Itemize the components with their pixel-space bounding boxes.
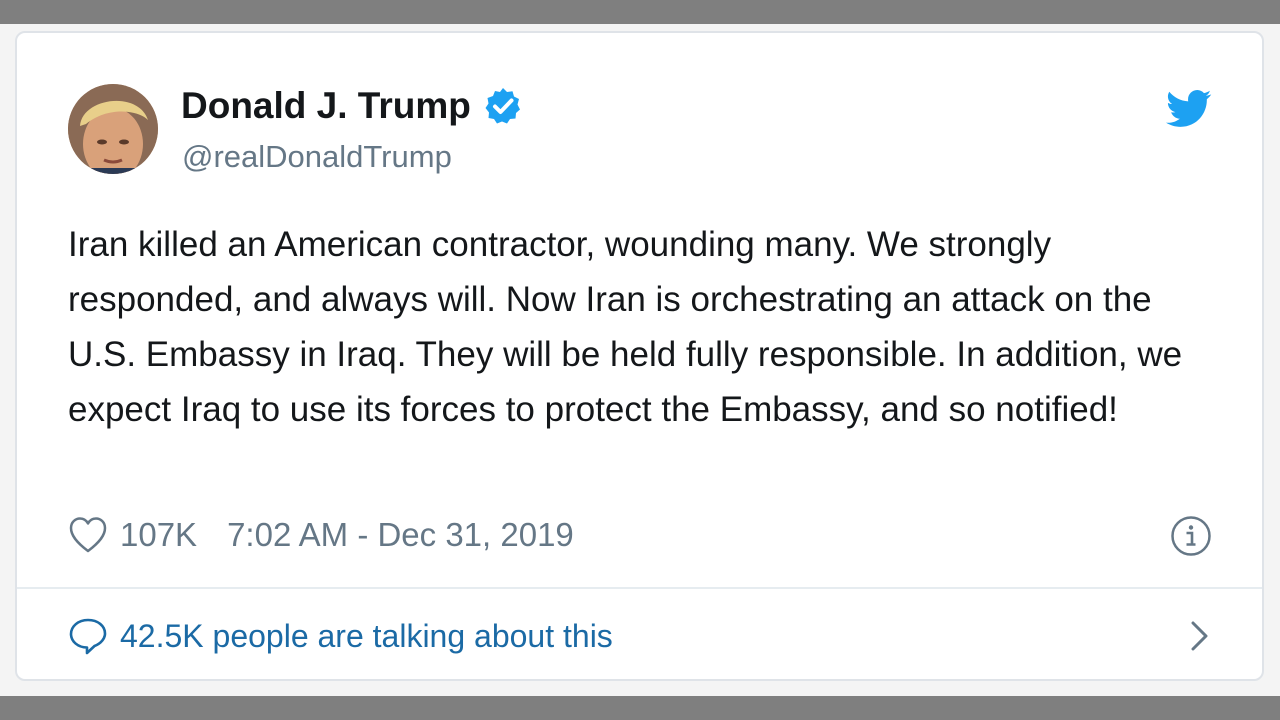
conversation-link[interactable]: 42.5K people are talking about this — [68, 611, 1212, 661]
user-handle[interactable]: @realDonaldTrump — [182, 139, 452, 175]
avatar[interactable] — [68, 84, 158, 174]
info-icon[interactable] — [1170, 515, 1212, 557]
like-count[interactable]: 107K — [120, 516, 197, 554]
heart-icon[interactable] — [68, 516, 108, 554]
chevron-right-icon[interactable] — [1188, 619, 1212, 653]
verified-badge-icon — [485, 88, 520, 124]
tweet-meta: 107K 7:02 AM - Dec 31, 2019 — [68, 513, 574, 557]
embedded-tweet-card: Donald J. Trump @realDonaldTrump Iran ki… — [15, 31, 1264, 681]
tweet-timestamp[interactable]: 7:02 AM - Dec 31, 2019 — [227, 516, 574, 554]
screenshot-frame: Donald J. Trump @realDonaldTrump Iran ki… — [0, 24, 1280, 696]
avatar-portrait — [68, 84, 158, 174]
speech-bubble-icon — [69, 618, 107, 655]
divider — [17, 587, 1262, 589]
display-name[interactable]: Donald J. Trump — [181, 85, 523, 127]
twitter-bird-icon[interactable] — [1166, 89, 1212, 129]
talking-about-text: 42.5K people are talking about this — [120, 617, 613, 654]
tweet-text: Iran killed an American contractor, woun… — [68, 225, 1183, 429]
display-name-text: Donald J. Trump — [181, 85, 471, 126]
